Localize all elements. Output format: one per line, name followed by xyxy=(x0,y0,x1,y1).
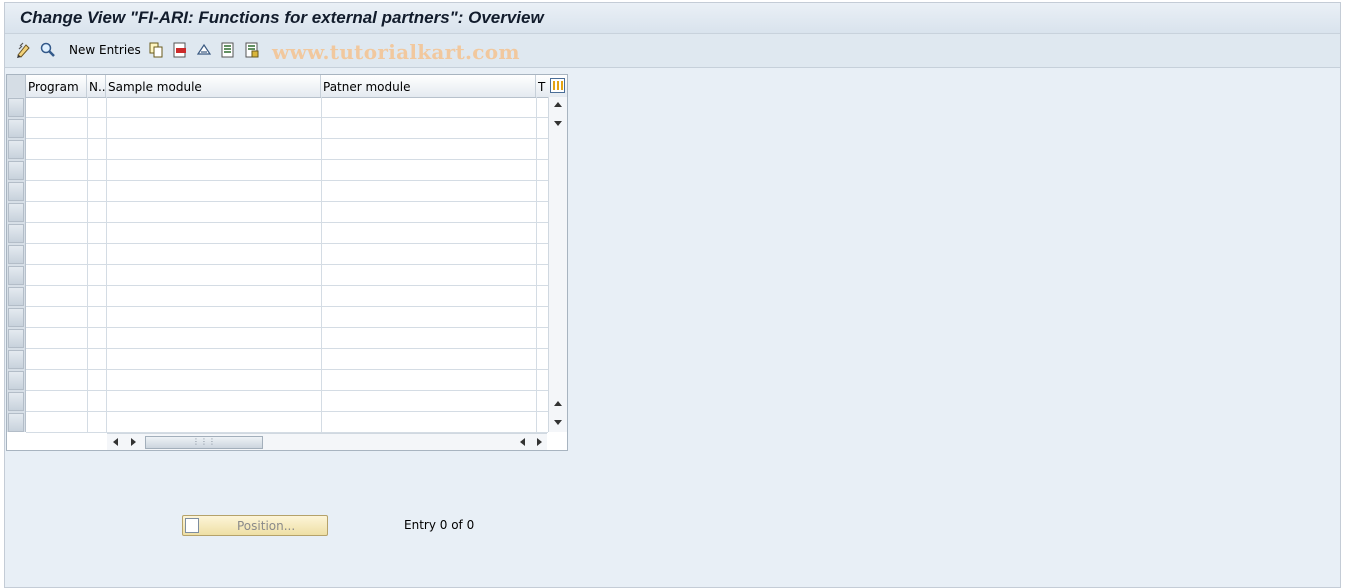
column-divider xyxy=(87,97,88,432)
row-selector[interactable] xyxy=(8,245,24,264)
position-icon xyxy=(185,518,199,533)
select-all-icon[interactable] xyxy=(220,42,236,58)
deselect-all-icon[interactable] xyxy=(244,42,260,58)
row-selector[interactable] xyxy=(8,287,24,306)
main-window: Change View "FI-ARI: Functions for exter… xyxy=(4,2,1341,588)
row-selector[interactable] xyxy=(8,266,24,285)
table-row[interactable] xyxy=(26,181,548,202)
horizontal-scroll-thumb[interactable]: ⋮⋮⋮ xyxy=(145,436,263,449)
column-divider xyxy=(536,97,537,432)
scroll-left-end-icon[interactable] xyxy=(520,438,525,446)
scroll-up-icon[interactable] xyxy=(554,102,562,107)
table-row[interactable] xyxy=(26,160,548,181)
undo-icon[interactable] xyxy=(196,42,212,58)
table-header: Program N.. Sample module Patner module … xyxy=(7,75,567,98)
vertical-scrollbar[interactable] xyxy=(548,97,567,432)
new-entries-button[interactable]: New Entries xyxy=(69,43,141,57)
scroll-page-up-icon[interactable] xyxy=(554,401,562,406)
table-row[interactable] xyxy=(26,412,548,433)
table-row[interactable] xyxy=(26,244,548,265)
table-row[interactable] xyxy=(26,139,548,160)
table-row[interactable] xyxy=(26,349,548,370)
position-button[interactable]: Position... xyxy=(182,515,328,536)
scroll-right-icon[interactable] xyxy=(131,438,136,446)
table-row[interactable] xyxy=(26,223,548,244)
table-row[interactable] xyxy=(26,286,548,307)
column-header-patner-module[interactable]: Patner module xyxy=(321,75,536,97)
page-title: Change View "FI-ARI: Functions for exter… xyxy=(20,8,544,27)
row-selector[interactable] xyxy=(8,329,24,348)
row-selector[interactable] xyxy=(8,371,24,390)
column-header-n[interactable]: N.. xyxy=(87,75,106,97)
row-selector[interactable] xyxy=(8,308,24,327)
row-selector[interactable] xyxy=(8,392,24,411)
table-control: Program N.. Sample module Patner module … xyxy=(6,74,568,451)
scroll-left-icon[interactable] xyxy=(113,438,118,446)
row-selector[interactable] xyxy=(8,140,24,159)
row-selector[interactable] xyxy=(8,182,24,201)
position-button-label: Position... xyxy=(237,519,296,533)
table-row[interactable] xyxy=(26,391,548,412)
column-header-program[interactable]: Program xyxy=(26,75,87,97)
row-selector-column xyxy=(7,97,26,432)
scroll-right-end-icon[interactable] xyxy=(537,438,542,446)
column-header-t[interactable]: T xyxy=(536,75,548,97)
row-selector[interactable] xyxy=(8,350,24,369)
row-selector[interactable] xyxy=(8,119,24,138)
table-row[interactable] xyxy=(26,97,548,118)
display-icon[interactable] xyxy=(40,42,56,58)
table-settings-icon[interactable] xyxy=(550,78,565,93)
copy-icon[interactable] xyxy=(148,42,164,58)
title-bar: Change View "FI-ARI: Functions for exter… xyxy=(5,3,1340,34)
watermark-text: www.tutorialkart.com xyxy=(272,40,520,64)
scroll-page-down-icon[interactable] xyxy=(554,420,562,425)
select-all-rows-button[interactable] xyxy=(7,75,26,97)
table-row[interactable] xyxy=(26,202,548,223)
table-row[interactable] xyxy=(26,370,548,391)
row-selector[interactable] xyxy=(8,224,24,243)
table-row[interactable] xyxy=(26,328,548,349)
delete-icon[interactable] xyxy=(172,42,188,58)
table-row[interactable] xyxy=(26,265,548,286)
row-selector[interactable] xyxy=(8,203,24,222)
column-divider xyxy=(321,97,322,432)
entry-counter: Entry 0 of 0 xyxy=(404,518,475,532)
row-selector[interactable] xyxy=(8,98,24,117)
horizontal-scrollbar[interactable]: ⋮⋮⋮ xyxy=(107,433,547,450)
column-header-sample-module[interactable]: Sample module xyxy=(106,75,321,97)
scroll-down-icon[interactable] xyxy=(554,121,562,126)
table-row[interactable] xyxy=(26,307,548,328)
display-change-icon[interactable] xyxy=(16,42,32,58)
row-selector[interactable] xyxy=(8,413,24,432)
table-row[interactable] xyxy=(26,118,548,139)
application-toolbar: New Entries www.tutorialkart.com xyxy=(5,34,1340,68)
row-selector[interactable] xyxy=(8,161,24,180)
column-divider xyxy=(106,97,107,432)
